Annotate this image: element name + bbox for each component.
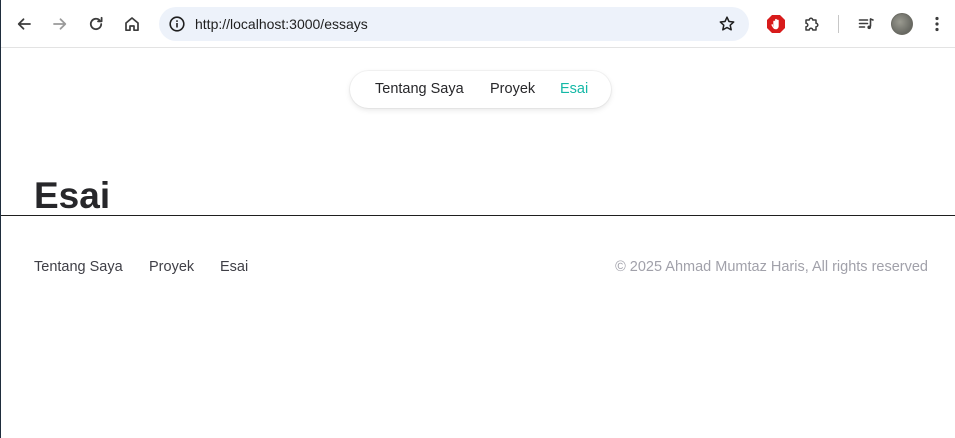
forward-button[interactable] (46, 10, 74, 38)
toolbar-separator (838, 15, 839, 33)
copyright-text: © 2025 Ahmad Mumtaz Haris, All rights re… (615, 259, 928, 275)
back-button[interactable] (10, 10, 38, 38)
url-text[interactable]: http://localhost:3000/essays (195, 7, 368, 41)
extensions-button[interactable] (798, 10, 826, 38)
home-button[interactable] (118, 10, 146, 38)
browser-toolbar: http://localhost:3000/essays (1, 0, 955, 48)
footer-link-esai[interactable]: Esai (220, 257, 248, 277)
stop-hand-icon (767, 15, 785, 33)
star-icon[interactable] (717, 14, 737, 34)
page-title: Esai (34, 175, 111, 216)
nav-link-esai[interactable]: Esai (560, 71, 588, 108)
info-icon[interactable] (167, 14, 187, 34)
media-queue-icon (858, 18, 874, 30)
reload-icon (89, 16, 103, 31)
media-button[interactable] (852, 10, 880, 38)
stop-hand-extension-button[interactable] (762, 10, 790, 38)
reload-button[interactable] (82, 10, 110, 38)
arrow-left-icon (17, 18, 31, 30)
kebab-menu-icon (935, 16, 939, 32)
nav-link-tentang-saya[interactable]: Tentang Saya (375, 71, 464, 108)
puzzle-icon (805, 17, 819, 31)
menu-button[interactable] (923, 10, 951, 38)
arrow-right-icon (53, 18, 67, 30)
avatar[interactable] (891, 13, 913, 35)
footer-divider (1, 215, 955, 216)
home-icon (125, 17, 139, 32)
top-nav: Tentang Saya Proyek Esai (350, 71, 611, 108)
footer-link-tentang-saya[interactable]: Tentang Saya (34, 257, 123, 277)
address-bar[interactable]: http://localhost:3000/essays (159, 7, 749, 41)
nav-link-proyek[interactable]: Proyek (490, 71, 535, 108)
footer-link-proyek[interactable]: Proyek (149, 257, 194, 277)
